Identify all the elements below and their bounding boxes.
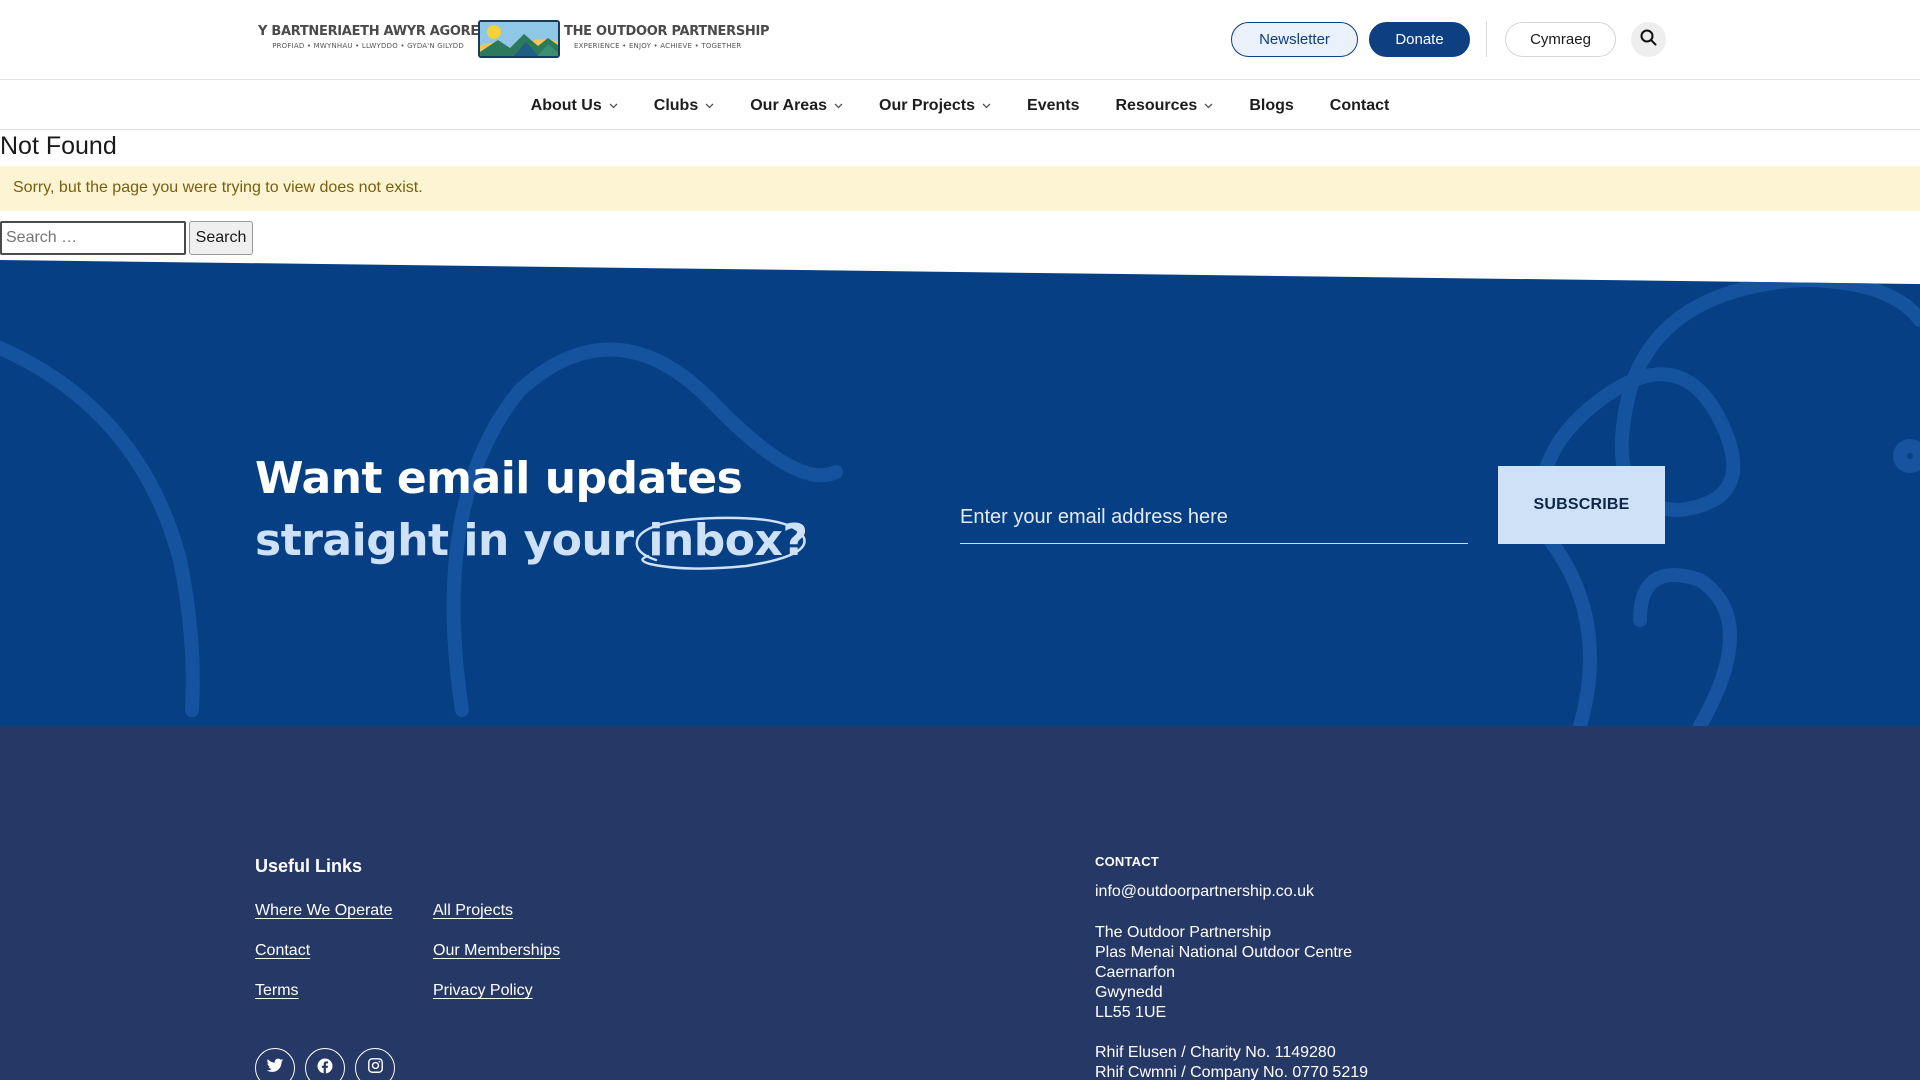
header-divider (1486, 21, 1487, 57)
search-submit-button[interactable]: Search (189, 221, 253, 255)
chevron-down-icon (982, 103, 991, 109)
instagram-icon (367, 1057, 384, 1079)
site-logo[interactable]: Y BARTNERIAETH AWYR AGORED PROFIAD • MWY… (258, 18, 770, 62)
nav-item-contact[interactable]: Contact (1312, 81, 1408, 130)
twitter-icon (266, 1058, 284, 1079)
nav-item-our-projects[interactable]: Our Projects (861, 81, 1009, 130)
search-icon (1640, 29, 1657, 51)
language-toggle-button[interactable]: Cymraeg (1505, 22, 1616, 57)
useful-links-title: Useful Links (255, 856, 363, 876)
address-postcode: LL55 1UE (1095, 1004, 1167, 1021)
newsletter-heading-highlight: inbox? (635, 510, 808, 572)
charity-number: Rhif Elusen / Charity No. 1149280 (1095, 1044, 1336, 1061)
chevron-down-icon (609, 103, 618, 109)
chevron-down-icon (1204, 103, 1213, 109)
footer-link-privacy-policy[interactable]: Privacy Policy (433, 982, 560, 1003)
newsletter-heading-line1: Want email updates (255, 453, 743, 504)
nav-item-label: Resources (1115, 96, 1198, 114)
logo-english-tagline: EXPERIENCE • ENJOY • ACHIEVE • TOGETHER (574, 42, 742, 50)
search-input[interactable] (0, 221, 186, 255)
address-line: Gwynedd (1095, 984, 1163, 1001)
logo-welsh-tagline: PROFIAD • MWYNHAU • LLWYDDO • GYDA'N GIL… (272, 42, 464, 50)
newsletter-email-input[interactable] (960, 492, 1468, 544)
main-nav-list: About Us Clubs Our Areas Our Projects Events… (0, 81, 1920, 130)
address-line: The Outdoor Partnership (1095, 924, 1272, 941)
nav-item-label: Our Areas (750, 96, 827, 114)
site-footer: Useful Links Where We Operate Contact Te… (0, 726, 1920, 1088)
subscribe-button[interactable]: SUBSCRIBE (1498, 466, 1665, 544)
twitter-link[interactable] (255, 1048, 295, 1088)
nav-item-label: Blogs (1249, 96, 1294, 114)
nav-item-about-us[interactable]: About Us (513, 81, 636, 130)
logo-english-name: THE OUTDOOR PARTNERSHIP (564, 24, 770, 39)
footer-links-column-2: All Projects Our Memberships Privacy Pol… (433, 902, 560, 1022)
address-line: Plas Menai National Outdoor Centre (1095, 944, 1353, 961)
newsletter-heading-line2-prefix: straight in your (255, 515, 649, 566)
nav-item-clubs[interactable]: Clubs (636, 81, 732, 130)
donate-button[interactable]: Donate (1369, 22, 1470, 57)
nav-item-our-areas[interactable]: Our Areas (732, 81, 861, 130)
not-found-alert: Sorry, but the page you were trying to v… (0, 166, 1920, 211)
header-search-button[interactable] (1631, 22, 1666, 57)
contact-address: The Outdoor Partnership Plas Menai Natio… (1095, 923, 1352, 1023)
contact-title: CONTACT (1095, 854, 1159, 869)
newsletter-button[interactable]: Newsletter (1231, 22, 1358, 57)
newsletter-heading: Want email updates straight in your inbo… (255, 448, 815, 572)
logo-welsh-text: Y BARTNERIAETH AWYR AGORED PROFIAD • MWY… (258, 24, 490, 50)
nav-item-label: Our Projects (879, 96, 976, 114)
page-title: Not Found (0, 132, 117, 160)
company-number: Rhif Cwmni / Company No. 0770 5219 (1095, 1064, 1369, 1081)
logo-mountain-icon (478, 20, 560, 58)
newsletter-heading-inbox-text: inbox? (648, 515, 808, 566)
main-nav: About Us Clubs Our Areas Our Projects Events… (0, 81, 1920, 130)
facebook-link[interactable] (305, 1048, 345, 1088)
nav-item-label: Events (1027, 96, 1080, 114)
nav-item-label: Clubs (653, 96, 699, 114)
newsletter-heading-line2: straight in your inbox? (255, 510, 808, 572)
footer-link-our-memberships[interactable]: Our Memberships (433, 942, 560, 963)
nav-item-resources[interactable]: Resources (1098, 81, 1232, 130)
logo-welsh-name: Y BARTNERIAETH AWYR AGORED (258, 24, 490, 39)
chevron-down-icon (834, 103, 843, 109)
newsletter-signup-section: Want email updates straight in your inbo… (0, 260, 1920, 726)
address-line: Caernarfon (1095, 964, 1176, 981)
nav-item-blogs[interactable]: Blogs (1231, 81, 1311, 130)
nav-item-label: Contact (1329, 96, 1390, 114)
registration-numbers: Rhif Elusen / Charity No. 1149280 Rhif C… (1095, 1043, 1368, 1083)
instagram-link[interactable] (355, 1048, 395, 1088)
footer-link-where-we-operate[interactable]: Where We Operate (255, 902, 393, 923)
logo-english-text: THE OUTDOOR PARTNERSHIP EXPERIENCE • ENJ… (564, 24, 770, 50)
nav-item-label: About Us (530, 96, 602, 114)
footer-link-contact[interactable]: Contact (255, 942, 393, 963)
nav-item-events[interactable]: Events (1009, 81, 1097, 130)
footer-links-column-1: Where We Operate Contact Terms (255, 902, 393, 1022)
chevron-down-icon (705, 103, 714, 109)
site-header: Y BARTNERIAETH AWYR AGORED PROFIAD • MWY… (0, 0, 1920, 80)
facebook-icon (316, 1057, 334, 1080)
footer-link-terms[interactable]: Terms (255, 982, 393, 1003)
footer-link-all-projects[interactable]: All Projects (433, 902, 560, 923)
social-links (255, 1048, 395, 1088)
contact-email-link[interactable]: info@outdoorpartnership.co.uk (1095, 883, 1314, 901)
